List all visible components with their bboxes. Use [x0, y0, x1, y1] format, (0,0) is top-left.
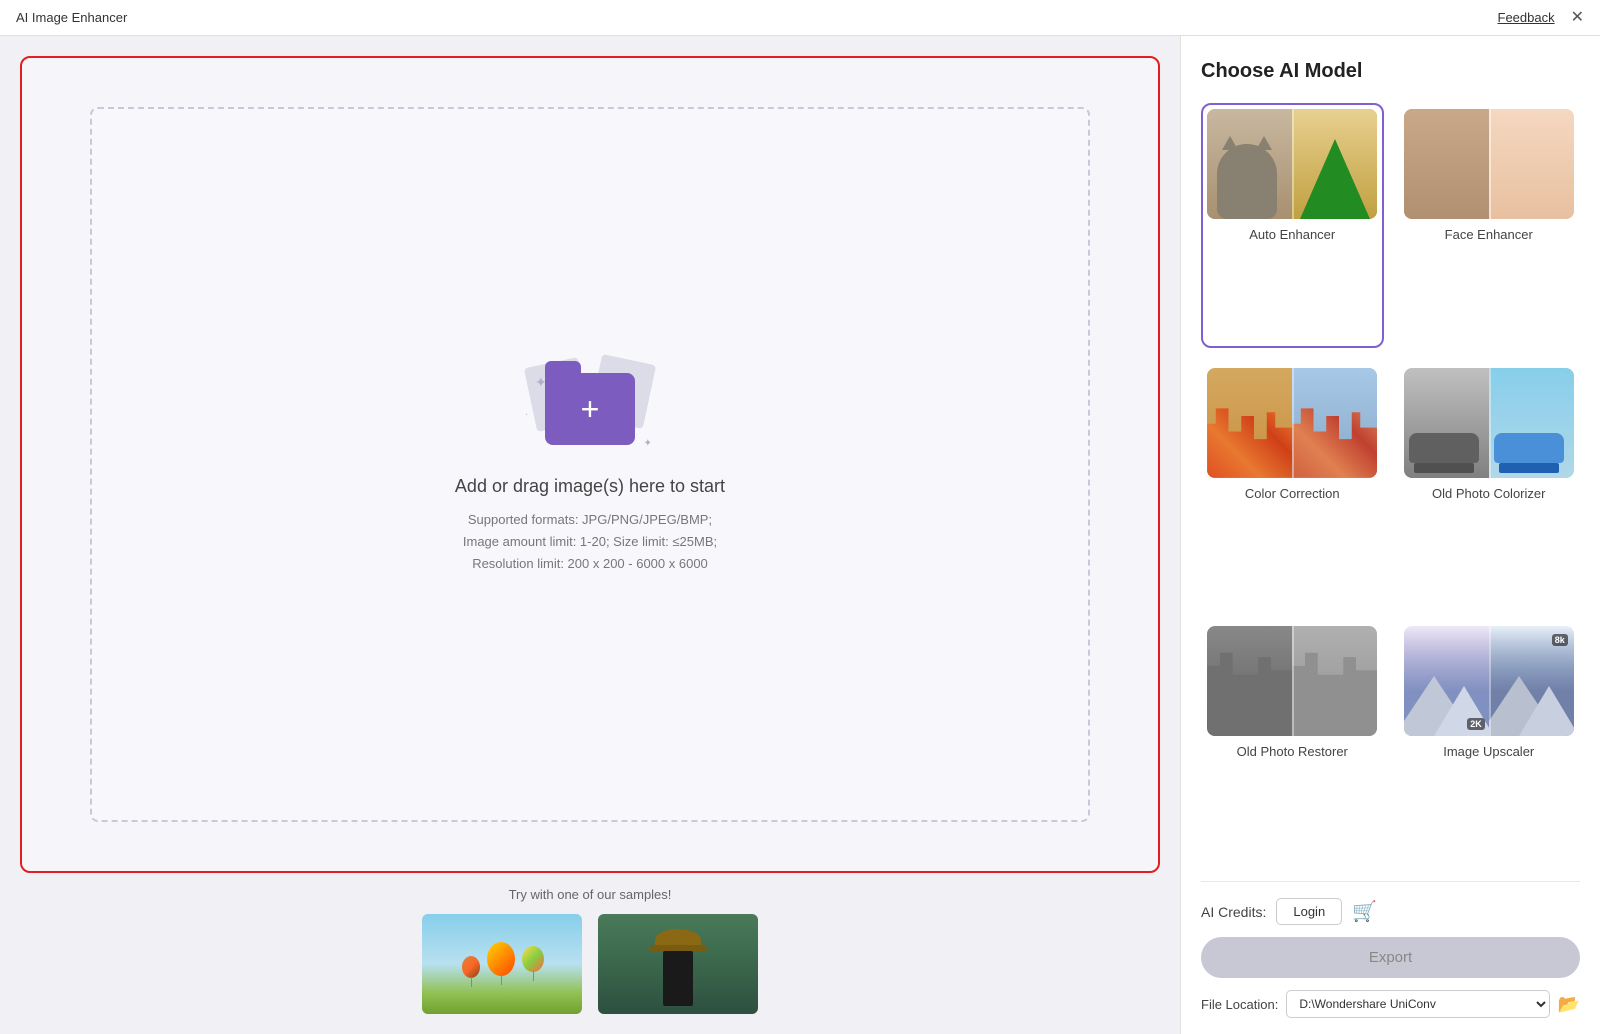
- model-thumb-old-photo-restorer: [1207, 626, 1377, 736]
- sparkle-icon-2: ✦: [644, 438, 652, 449]
- balloon-1: [487, 942, 515, 976]
- model-label-image-upscaler: Image Upscaler: [1443, 744, 1534, 759]
- color-divider: [1292, 368, 1294, 478]
- ai-model-title: Choose AI Model: [1201, 60, 1580, 83]
- right-panel: Choose AI Model Auto Enhancer: [1180, 36, 1600, 1034]
- balloon-string-2: [533, 971, 534, 981]
- thumb-col-left: [1404, 368, 1489, 478]
- upload-inner[interactable]: + ✦ ✦ · Add or drag image(s) here to sta…: [90, 107, 1090, 822]
- folder-icon: +: [545, 373, 635, 445]
- upload-info-line1: Supported formats: JPG/PNG/JPEG/BMP;: [468, 512, 712, 527]
- model-grid: Auto Enhancer Face Enhancer: [1201, 103, 1580, 865]
- upscale-8k-badge: 8k: [1552, 634, 1568, 646]
- balloon-string-1: [501, 975, 502, 985]
- model-label-face-enhancer: Face Enhancer: [1445, 227, 1533, 242]
- person-silhouette: [663, 951, 693, 1006]
- upload-info: Supported formats: JPG/PNG/JPEG/BMP; Ima…: [463, 509, 717, 575]
- close-button[interactable]: ✕: [1571, 10, 1584, 26]
- sparkle-icon-3: ·: [525, 409, 528, 420]
- model-card-image-upscaler[interactable]: 2K 8k Image Upscaler: [1398, 620, 1581, 865]
- balloon-3: [462, 956, 480, 978]
- model-thumb-color-correction: [1207, 368, 1377, 478]
- samples-section: Try with one of our samples!: [20, 873, 1160, 1014]
- face-divider: [1489, 109, 1491, 219]
- login-button[interactable]: Login: [1276, 898, 1342, 925]
- folder-plus-icon: +: [581, 393, 600, 425]
- upload-title: Add or drag image(s) here to start: [455, 476, 725, 497]
- main-content: + ✦ ✦ · Add or drag image(s) here to sta…: [0, 36, 1600, 1034]
- model-thumb-image-upscaler: 2K 8k: [1404, 626, 1574, 736]
- thumb-color-right: [1292, 368, 1377, 478]
- balloon-string-3: [471, 977, 472, 987]
- building-bw-left: [1207, 648, 1292, 736]
- xmas-tree: [1300, 139, 1370, 219]
- colorizer-divider: [1489, 368, 1491, 478]
- thumb-up-right: 8k: [1489, 626, 1574, 736]
- thumb-col-right: [1489, 368, 1574, 478]
- mountain-4: [1519, 686, 1574, 736]
- file-location-label: File Location:: [1201, 997, 1278, 1012]
- face-left: [1404, 109, 1489, 219]
- panel-bottom: AI Credits: Login 🛒 Export File Location…: [1201, 881, 1580, 1018]
- sample-forest[interactable]: [598, 914, 758, 1014]
- model-thumb-face-enhancer: [1404, 109, 1574, 219]
- upscaler-divider: [1489, 626, 1491, 736]
- model-card-old-photo-colorizer[interactable]: Old Photo Colorizer: [1398, 362, 1581, 607]
- face-right: [1489, 109, 1574, 219]
- folder-open-button[interactable]: 📂: [1558, 994, 1580, 1015]
- title-bar-actions: Feedback ✕: [1498, 10, 1585, 26]
- samples-row: [422, 914, 758, 1014]
- folder-tab: [545, 361, 581, 375]
- buildings-cool: [1292, 401, 1377, 478]
- model-card-old-photo-restorer[interactable]: Old Photo Restorer: [1201, 620, 1384, 865]
- car-bw: [1409, 433, 1479, 463]
- model-card-face-enhancer[interactable]: Face Enhancer: [1398, 103, 1581, 348]
- thumb-up-left: 2K: [1404, 626, 1489, 736]
- car-color: [1494, 433, 1564, 463]
- center-area: + ✦ ✦ · Add or drag image(s) here to sta…: [0, 36, 1180, 1034]
- model-label-old-photo-colorizer: Old Photo Colorizer: [1432, 486, 1545, 501]
- resolution-2k-badge: 2K: [1467, 718, 1485, 730]
- upload-info-line2: Image amount limit: 1-20; Size limit: ≤2…: [463, 534, 717, 549]
- model-card-color-correction[interactable]: Color Correction: [1201, 362, 1384, 607]
- upload-zone[interactable]: + ✦ ✦ · Add or drag image(s) here to sta…: [20, 56, 1160, 873]
- cat-ear-right: [1256, 136, 1272, 150]
- sample-balloons[interactable]: [422, 914, 582, 1014]
- thumb-color-left: [1207, 368, 1292, 478]
- thumb-res-right: [1292, 626, 1377, 736]
- folder-icon-wrapper: + ✦ ✦ ·: [520, 354, 660, 464]
- file-path-select[interactable]: D:\Wondershare UniConv: [1286, 990, 1549, 1018]
- model-label-auto-enhancer: Auto Enhancer: [1249, 227, 1335, 242]
- cart-icon[interactable]: 🛒: [1352, 899, 1377, 924]
- model-label-old-photo-restorer: Old Photo Restorer: [1237, 744, 1348, 759]
- ai-credits-row: AI Credits: Login 🛒: [1201, 898, 1580, 925]
- restorer-divider: [1292, 626, 1294, 736]
- app-title: AI Image Enhancer: [16, 10, 127, 25]
- file-location-row: File Location: D:\Wondershare UniConv 📂: [1201, 990, 1580, 1018]
- model-thumb-auto-enhancer: [1207, 109, 1377, 219]
- thumb-divider: [1292, 109, 1294, 219]
- building-bw-right: [1292, 648, 1377, 736]
- thumb-auto-right: [1292, 109, 1377, 219]
- samples-label: Try with one of our samples!: [509, 887, 672, 902]
- model-label-color-correction: Color Correction: [1245, 486, 1340, 501]
- cat-shape: [1217, 144, 1277, 219]
- model-thumb-old-photo-colorizer: [1404, 368, 1574, 478]
- cat-ear-left: [1222, 136, 1238, 150]
- hat: [655, 929, 701, 951]
- thumb-auto-left: [1207, 109, 1292, 219]
- title-bar: AI Image Enhancer Feedback ✕: [0, 0, 1600, 36]
- balloon-2: [522, 946, 544, 972]
- export-button[interactable]: Export: [1201, 937, 1580, 978]
- feedback-link[interactable]: Feedback: [1498, 10, 1555, 25]
- buildings-warm: [1207, 401, 1292, 478]
- upload-info-line3: Resolution limit: 200 x 200 - 6000 x 600…: [472, 556, 708, 571]
- ai-credits-label: AI Credits:: [1201, 904, 1266, 920]
- model-card-auto-enhancer[interactable]: Auto Enhancer: [1201, 103, 1384, 348]
- thumb-res-left: [1207, 626, 1292, 736]
